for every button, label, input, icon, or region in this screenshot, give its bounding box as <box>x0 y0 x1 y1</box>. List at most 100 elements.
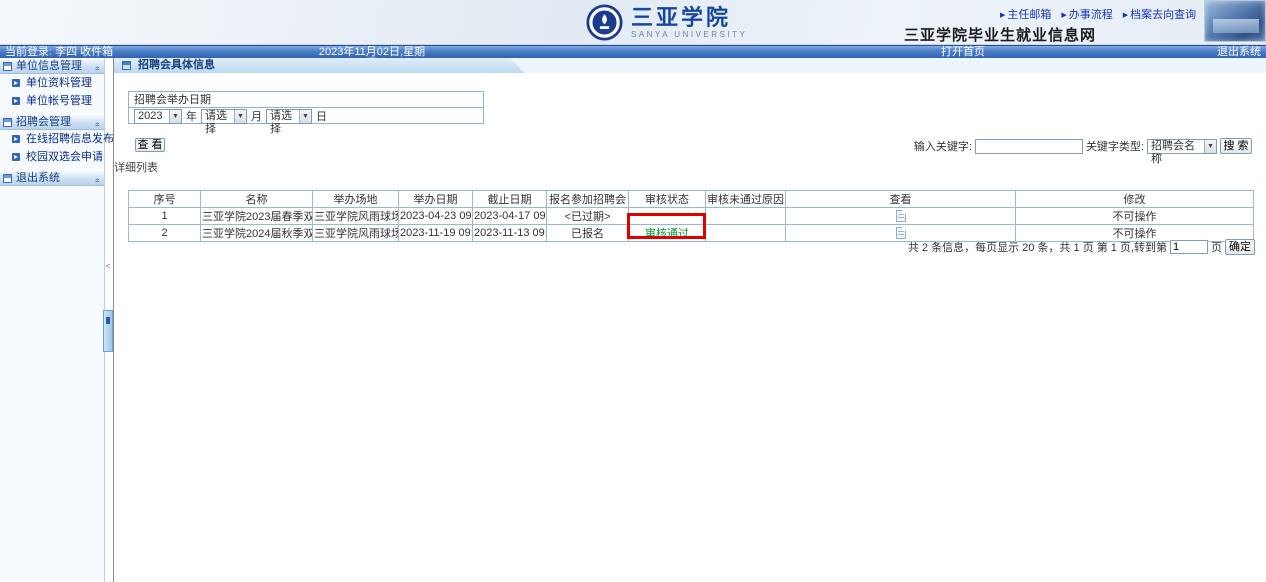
chevron-down-icon: ▼ <box>1204 140 1216 153</box>
col-no: 序号 <box>129 191 201 208</box>
col-status: 审核状态 <box>629 191 706 208</box>
sidebar-item-label: 校园双选会申请 <box>26 151 103 163</box>
search-button[interactable]: 搜 索 <box>1220 138 1252 154</box>
cell-reject-reason <box>706 225 786 242</box>
sidebar-item-campus-fair-apply[interactable]: 校园双选会申请 <box>0 148 104 166</box>
sidebar-item-label: 单位帐号管理 <box>26 95 92 107</box>
top-links: 主任邮箱 办事流程 档案去向查询 学校首页 联系我们 <box>1000 6 1215 22</box>
month-select-value: 请选择 <box>205 110 227 135</box>
chevron-up-icon[interactable]: « <box>90 178 105 183</box>
cell-view <box>786 208 1016 225</box>
cell-venue: 三亚学院风雨球场 <box>313 208 399 225</box>
corner-photo <box>1204 0 1266 42</box>
link-work-process[interactable]: 办事流程 <box>1061 6 1112 22</box>
sidebar-group-unit-info[interactable]: 单位信息管理 « <box>0 58 104 74</box>
cell-deadline: 2023-11-13 09:00 <box>473 225 547 242</box>
bullet-arrow-icon <box>12 79 20 87</box>
col-date: 举办日期 <box>399 191 473 208</box>
cell-no: 1 <box>129 208 201 225</box>
link-archive-query[interactable]: 档案去向查询 <box>1123 6 1196 22</box>
goto-page-input[interactable] <box>1170 240 1208 254</box>
chevron-up-icon[interactable]: « <box>90 122 105 127</box>
pagination-page-suffix: 页 <box>1211 239 1222 255</box>
university-logo-text: 三亚学院 SANYA UNIVERSITY <box>631 6 747 39</box>
top-banner: 三亚学院 SANYA UNIVERSITY 三亚学院毕业生就业信息网 主任邮箱 … <box>0 0 1266 45</box>
year-select[interactable]: 2023 ▼ <box>134 109 182 124</box>
panel-icon <box>3 118 12 127</box>
current-login-label: 当前登录: 李四 收件箱 <box>5 47 113 58</box>
collapse-sidebar-arrow[interactable]: < <box>103 261 113 271</box>
sidebar-group-label: 单位信息管理 <box>16 60 82 72</box>
sidebar-group-label: 退出系统 <box>16 172 60 184</box>
sidebar-item-unit-account[interactable]: 单位帐号管理 <box>0 92 104 110</box>
keyword-type-select[interactable]: 招聘会名称 ▼ <box>1147 139 1217 154</box>
day-select[interactable]: 请选择 ▼ <box>266 109 312 124</box>
logo-cn-text: 三亚学院 <box>631 6 747 30</box>
keyword-type-value: 招聘会名称 <box>1151 140 1195 165</box>
bullet-arrow-icon <box>12 97 20 105</box>
confirm-page-button[interactable]: 确定 <box>1225 239 1255 255</box>
pagination-bar: 共 2 条信息，每页显示 20 条，共 1 页 第 1 页,转到第 页 确定 <box>908 239 1255 255</box>
sidebar-item-online-recruit-publish[interactable]: 在线招聘信息发布 <box>0 130 104 148</box>
bullet-arrow-icon <box>12 153 20 161</box>
cell-status-passed: 审核通过 <box>629 225 706 242</box>
table-header-row: 序号 名称 举办场地 举办日期 截止日期 报名参加招聘会 审核状态 审核未通过原… <box>129 191 1254 208</box>
keyword-input[interactable] <box>975 139 1083 154</box>
keyword-search-bar: 输入关键字: 关键字类型: 招聘会名称 ▼ 搜 索 <box>914 138 1252 154</box>
cell-signup: <已过期> <box>547 208 629 225</box>
view-document-icon[interactable] <box>896 210 906 222</box>
col-deadline: 截止日期 <box>473 191 547 208</box>
cell-modify: 不可操作 <box>1016 208 1254 225</box>
day-label: 日 <box>316 108 327 124</box>
col-venue: 举办场地 <box>313 191 399 208</box>
logo-en-text: SANYA UNIVERSITY <box>631 30 747 39</box>
day-select-value: 请选择 <box>270 110 292 135</box>
chevron-down-icon: ▼ <box>169 110 181 123</box>
col-signup: 报名参加招聘会 <box>547 191 629 208</box>
month-label: 月 <box>251 108 262 124</box>
tab-jobfair-detail[interactable]: 招聘会具体信息 <box>114 58 524 73</box>
view-document-icon[interactable] <box>896 227 906 239</box>
tab-panel-icon <box>122 61 131 70</box>
cell-date: 2023-04-23 09:00 <box>399 208 473 225</box>
open-homepage-link[interactable]: 打开首页 <box>938 47 988 58</box>
bullet-arrow-icon <box>12 135 20 143</box>
panel-icon <box>3 174 12 183</box>
detail-list-label: 详细列表 <box>114 159 158 175</box>
university-logo: 三亚学院 SANYA UNIVERSITY <box>586 4 747 41</box>
view-button[interactable]: 查 看 <box>135 138 165 152</box>
jobfair-table: 序号 名称 举办场地 举办日期 截止日期 报名参加招聘会 审核状态 审核未通过原… <box>128 190 1254 242</box>
year-label: 年 <box>186 108 197 124</box>
month-select[interactable]: 请选择 ▼ <box>201 109 247 124</box>
status-bar: 当前登录: 李四 收件箱 2023年11月02日,星期四 打开首页 退出系统 <box>0 45 1266 58</box>
link-director-mailbox[interactable]: 主任邮箱 <box>1000 6 1051 22</box>
cell-deadline: 2023-04-17 09:00 <box>473 208 547 225</box>
date-filter-row: 2023 ▼ 年 请选择 ▼ 月 请选择 ▼ 日 <box>129 108 483 124</box>
col-view: 查看 <box>786 191 1016 208</box>
chevron-down-icon: ▼ <box>234 110 246 123</box>
sidebar-group-label: 招聘会管理 <box>16 116 71 128</box>
sidebar-group-exit[interactable]: 退出系统 « <box>0 170 104 186</box>
date-filter-box: 招聘会举办日期 2023 ▼ 年 请选择 ▼ 月 请选择 ▼ 日 <box>128 91 484 124</box>
chevron-up-icon[interactable]: « <box>90 66 105 71</box>
tab-title: 招聘会具体信息 <box>138 59 215 71</box>
cell-status <box>629 208 706 225</box>
pagination-summary: 共 2 条信息，每页显示 20 条，共 1 页 第 1 页,转到第 <box>908 239 1167 255</box>
exit-system-link[interactable]: 退出系统 <box>1217 47 1261 58</box>
sidebar-item-label: 单位资料管理 <box>26 77 92 89</box>
cell-name: 三亚学院2024届秋季双选会 <box>201 225 313 242</box>
col-name: 名称 <box>201 191 313 208</box>
app-window: 三亚学院 SANYA UNIVERSITY 三亚学院毕业生就业信息网 主任邮箱 … <box>0 0 1266 582</box>
sidebar-item-label: 在线招聘信息发布 <box>26 133 114 145</box>
panel-icon <box>3 62 12 71</box>
cell-date: 2023-11-19 09:00 <box>399 225 473 242</box>
col-reject-reason: 审核未通过原因 <box>706 191 786 208</box>
col-modify: 修改 <box>1016 191 1254 208</box>
keyword-type-label: 关键字类型: <box>1086 138 1144 154</box>
splitter-handle[interactable] <box>103 310 113 352</box>
keyword-label: 输入关键字: <box>914 138 972 154</box>
sidebar-group-jobfair[interactable]: 招聘会管理 « <box>0 114 104 130</box>
university-logo-icon <box>586 4 623 41</box>
sidebar-item-unit-data[interactable]: 单位资料管理 <box>0 74 104 92</box>
cell-no: 2 <box>129 225 201 242</box>
